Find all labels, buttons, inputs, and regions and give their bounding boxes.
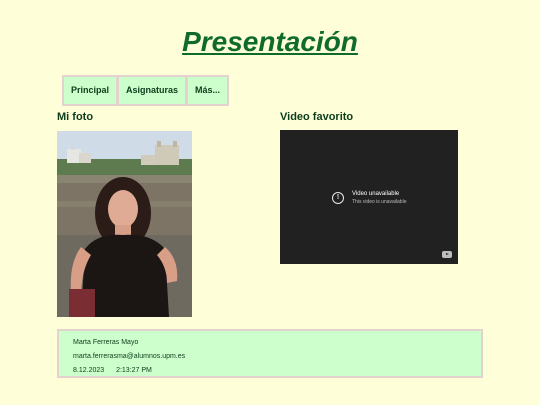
author-name: Marta Ferreras Mayo bbox=[73, 339, 139, 346]
profile-photo bbox=[57, 131, 192, 317]
nav-item-asignaturas[interactable]: Asignaturas bbox=[119, 77, 186, 104]
video-player[interactable]: ! Video unavailable This video is unavai… bbox=[280, 130, 458, 264]
page-title: Presentación bbox=[182, 26, 358, 57]
nav-item-mas[interactable]: Más... bbox=[188, 77, 228, 104]
footer-datetime: 8.12.2023 2:13:27 PM bbox=[73, 366, 152, 375]
video-heading: Video favorito bbox=[280, 111, 354, 123]
footer-date: 8.12.2023 bbox=[73, 367, 105, 374]
footer-time: 2:13:27 PM bbox=[116, 367, 152, 374]
footer: Marta Ferreras Mayo marta.ferrerasma@alu… bbox=[57, 329, 483, 378]
youtube-icon[interactable] bbox=[442, 251, 452, 258]
video-unavailable-message: ! Video unavailable This video is unavai… bbox=[332, 190, 406, 206]
video-title: Video unavailable bbox=[352, 191, 400, 197]
info-icon: ! bbox=[332, 192, 344, 204]
profile-photo-image bbox=[57, 131, 192, 317]
author-email: marta.ferrerasma@alumnos.upm.es bbox=[73, 353, 186, 360]
video-subtitle: This video is unavailable bbox=[352, 199, 407, 205]
nav-item-principal[interactable]: Principal bbox=[64, 77, 117, 104]
nav-menu: Principal Asignaturas Más... bbox=[62, 75, 230, 106]
photo-heading: Mi foto bbox=[57, 111, 94, 123]
